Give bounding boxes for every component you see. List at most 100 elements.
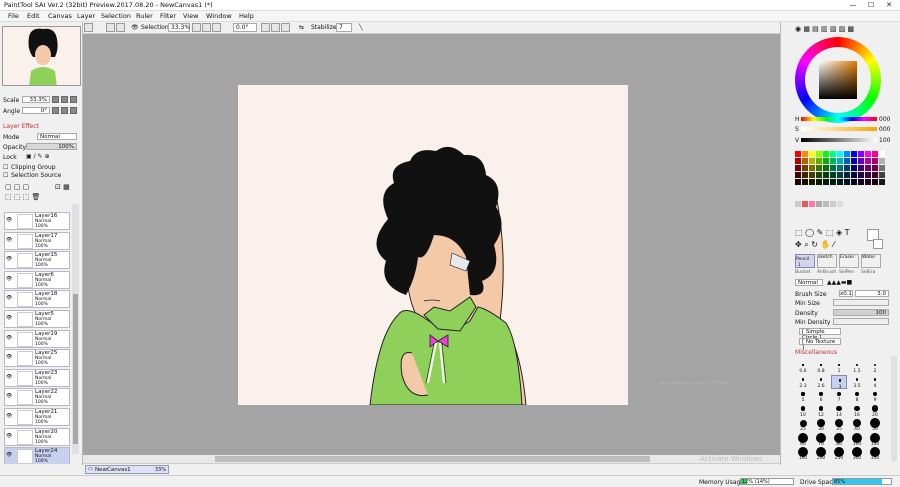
- brush-size-cell[interactable]: 2.6: [813, 375, 829, 389]
- brush-size-cell[interactable]: 60: [795, 432, 811, 447]
- brush-size-cell[interactable]: 2.3: [795, 375, 811, 389]
- layer-toolbar-icons-2[interactable]: ⊡ ▦: [55, 183, 70, 191]
- drawing-canvas[interactable]: [238, 85, 628, 405]
- scale-field[interactable]: 33.3%: [22, 96, 50, 103]
- brush-shape-presets[interactable]: ▲▲▲▬■: [827, 279, 852, 286]
- clipping-group-checkbox[interactable]: ☐: [3, 164, 8, 171]
- color-swatch[interactable]: [879, 179, 885, 185]
- brush-size-cell[interactable]: 4: [867, 375, 883, 389]
- color-swatch[interactable]: [851, 158, 857, 164]
- scale-minus-button[interactable]: [52, 96, 59, 103]
- color-swatch[interactable]: [816, 172, 822, 178]
- color-swatch[interactable]: [802, 158, 808, 164]
- tool-row-2-airbrush[interactable]: AirBrush: [817, 270, 836, 275]
- color-swatch[interactable]: [802, 151, 808, 157]
- transform-tool-icons[interactable]: ✥ ⌕ ↻ ✋ ⁄: [795, 240, 834, 250]
- zoom-in-button[interactable]: [202, 23, 211, 32]
- rotate-reset-button[interactable]: [281, 23, 290, 32]
- color-swatch[interactable]: [858, 158, 864, 164]
- visibility-eye-icon[interactable]: 👁: [6, 433, 12, 439]
- menu-filter[interactable]: Filter: [160, 12, 176, 20]
- color-swatch[interactable]: [851, 172, 857, 178]
- brush-size-cell[interactable]: 5: [795, 389, 811, 403]
- brush-shape-select[interactable]: [ Simple Circle ]: [799, 328, 841, 341]
- color-swatch[interactable]: [795, 172, 801, 178]
- custom-swatch[interactable]: [830, 201, 836, 207]
- miscellaneous-header[interactable]: Miscellaneous: [795, 349, 837, 356]
- color-swatch[interactable]: [879, 172, 885, 178]
- color-swatch[interactable]: [844, 151, 850, 157]
- brush-size-cell[interactable]: 0.8: [813, 360, 829, 374]
- visibility-eye-icon[interactable]: 👁: [6, 335, 12, 341]
- custom-swatch[interactable]: [809, 201, 815, 207]
- layer-row[interactable]: 👁 Layer6 Normal 100%: [4, 270, 70, 289]
- color-swatch[interactable]: [830, 172, 836, 178]
- secondary-color-swatch[interactable]: [873, 239, 883, 249]
- visibility-eye-icon[interactable]: 👁: [6, 413, 12, 419]
- color-swatch[interactable]: [872, 165, 878, 171]
- selection-tool-icons[interactable]: ⬚ ◯ ✎ ⬚ ◈ T: [795, 228, 850, 237]
- brush-size-cell[interactable]: 1: [831, 360, 847, 374]
- angle-minus-button[interactable]: [52, 107, 59, 114]
- color-swatch[interactable]: [858, 179, 864, 185]
- brush-size-cell[interactable]: 8: [849, 389, 865, 403]
- brush-size-cell[interactable]: 25: [795, 418, 811, 432]
- visibility-eye-icon[interactable]: 👁: [6, 354, 12, 360]
- deselect-button[interactable]: [106, 23, 115, 32]
- selection-eye-icon[interactable]: 👁: [131, 24, 139, 31]
- brush-size-cell[interactable]: 70: [813, 432, 829, 447]
- color-swatch[interactable]: [816, 165, 822, 171]
- color-swatch[interactable]: [795, 179, 801, 185]
- layer-row[interactable]: 👁 Layer17 Normal 100%: [4, 231, 70, 250]
- angle-reset-button[interactable]: [70, 107, 77, 114]
- eraser-tool-button[interactable]: Eraser: [839, 254, 859, 268]
- brush-size-cell[interactable]: 350: [867, 447, 883, 461]
- opacity-slider[interactable]: 100%: [26, 143, 77, 150]
- brush-size-cell[interactable]: 80: [831, 432, 847, 447]
- color-swatch[interactable]: [837, 165, 843, 171]
- brush-size-cell[interactable]: 160: [795, 447, 811, 461]
- color-swatch[interactable]: [823, 179, 829, 185]
- angle-field-nav[interactable]: 0°: [22, 107, 50, 114]
- navigator-preview[interactable]: [2, 26, 81, 86]
- color-swatch[interactable]: [802, 172, 808, 178]
- layer-row[interactable]: 👁 Layer20 Normal 100%: [4, 427, 70, 446]
- color-swatch[interactable]: [816, 179, 822, 185]
- color-swatch[interactable]: [865, 158, 871, 164]
- visibility-eye-icon[interactable]: 👁: [6, 315, 12, 321]
- brush-size-cell[interactable]: 2: [867, 360, 883, 374]
- zoom-out-button[interactable]: [192, 23, 201, 32]
- brush-size-cell[interactable]: 100: [849, 432, 865, 447]
- color-swatch[interactable]: [865, 165, 871, 171]
- brush-size-cell[interactable]: 16: [849, 404, 865, 418]
- brush-size-cell[interactable]: 250: [831, 447, 847, 461]
- menu-canvas[interactable]: Canvas: [48, 12, 72, 20]
- lock-icons[interactable]: ▣ ∕ ✎ ⊕: [26, 153, 49, 160]
- color-swatch[interactable]: [802, 165, 808, 171]
- zoom-field[interactable]: 33.3%: [168, 23, 190, 32]
- layer-row[interactable]: 👁 Layer19 Normal 100%: [4, 329, 70, 348]
- custom-swatch[interactable]: [816, 201, 822, 207]
- brush-texture-select[interactable]: [ No Texture ]: [799, 338, 841, 351]
- brush-size-cell[interactable]: 40: [849, 418, 865, 432]
- canvas-tab[interactable]: ▭ NewCanvas1 33%: [85, 465, 169, 474]
- color-swatch[interactable]: [851, 165, 857, 171]
- menu-file[interactable]: File: [8, 12, 19, 20]
- color-swatch[interactable]: [795, 165, 801, 171]
- brush-size-cell[interactable]: 12: [813, 404, 829, 418]
- brush-size-cell[interactable]: 6: [813, 389, 829, 403]
- color-swatch[interactable]: [830, 179, 836, 185]
- layer-mode-select[interactable]: Normal: [37, 133, 77, 140]
- visibility-eye-icon[interactable]: 👁: [6, 237, 12, 243]
- color-swatch[interactable]: [872, 172, 878, 178]
- brush-size-cell[interactable]: 10: [795, 404, 811, 418]
- hue-slider[interactable]: [801, 117, 877, 121]
- visibility-eye-icon[interactable]: 👁: [6, 256, 12, 262]
- color-swatch[interactable]: [823, 165, 829, 171]
- zoom-reset-button[interactable]: [212, 23, 221, 32]
- rotate-right-button[interactable]: [271, 23, 280, 32]
- color-swatch[interactable]: [844, 179, 850, 185]
- scale-reset-button[interactable]: [70, 96, 77, 103]
- color-swatch[interactable]: [879, 158, 885, 164]
- brush-size-cell[interactable]: 3: [831, 374, 847, 390]
